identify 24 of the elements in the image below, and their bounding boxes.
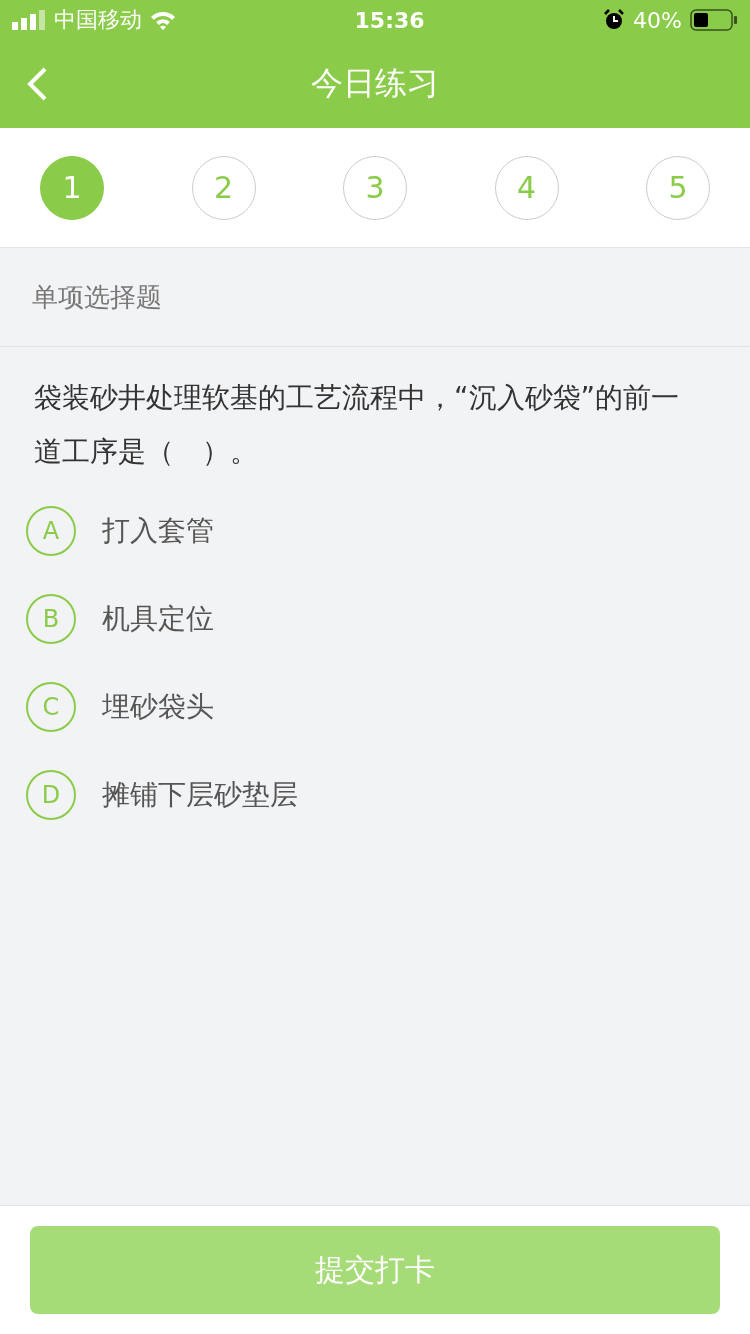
option-letter[interactable]: A — [26, 506, 76, 556]
option-text[interactable]: 埋砂袋头 — [102, 688, 214, 726]
step-number[interactable]: 4 — [494, 155, 559, 220]
wifi-icon — [150, 10, 176, 30]
step-number[interactable]: 3 — [343, 155, 407, 220]
question-type: 单项选择题 — [0, 248, 750, 347]
option-text[interactable]: 摊铺下层砂垫层 — [102, 776, 298, 814]
signal-icon — [12, 10, 46, 30]
question-text: 袋装砂井处理软基的工艺流程中，“沉入砂袋”的前一道工序是（ ）。 — [33, 380, 680, 470]
battery-percent: 40% — [633, 7, 682, 33]
alarm-icon — [603, 9, 626, 31]
step-number[interactable]: 1 — [40, 155, 104, 220]
option-text[interactable]: 打入套管 — [102, 512, 214, 550]
option-letter[interactable]: C — [26, 682, 76, 732]
option-letter[interactable]: D — [26, 770, 76, 820]
page-title: 今日练习 — [311, 63, 439, 104]
back-icon[interactable] — [26, 66, 48, 102]
clock-time: 15:36 — [354, 7, 425, 33]
battery-icon — [690, 9, 738, 31]
carrier-name: 中国移动 — [54, 6, 142, 34]
option-letter[interactable]: B — [26, 594, 76, 644]
option-text[interactable]: 机具定位 — [102, 600, 214, 638]
step-number[interactable]: 5 — [646, 155, 710, 220]
step-number[interactable]: 2 — [191, 155, 256, 220]
